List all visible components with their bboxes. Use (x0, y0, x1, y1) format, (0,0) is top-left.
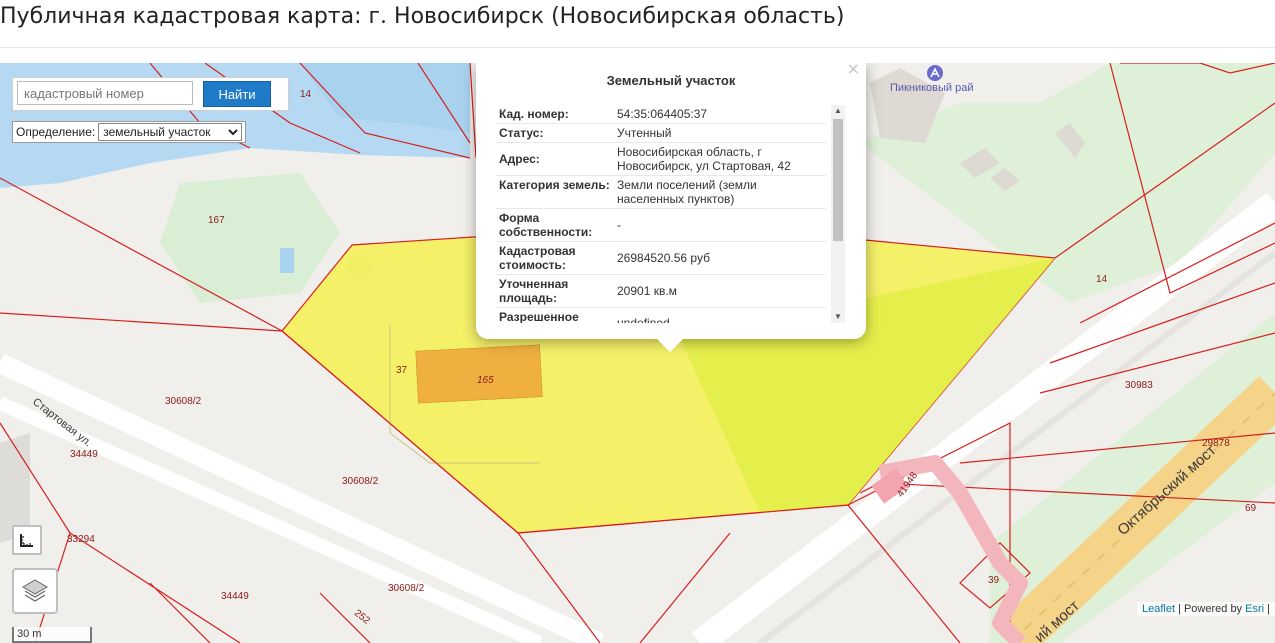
info-value: Новосибирская область, г Новосибирск, ул… (614, 142, 826, 176)
info-value: Земли поселений (земли населенных пункто… (614, 175, 826, 209)
popup-title: Земельный участок (606, 73, 736, 88)
info-key: Статус: (496, 123, 614, 143)
info-value: Учтенный (614, 123, 826, 143)
plot-label: 34449 (221, 591, 249, 602)
plot-label: 69 (1245, 503, 1257, 514)
table-row: Форма собственности: - (496, 208, 826, 242)
table-row: Кадастровая стоимость: 26984520.56 руб (496, 241, 826, 275)
table-row: Уточненная площадь: 20901 кв.м (496, 274, 826, 308)
info-key: Уточненная площадь: (496, 274, 614, 308)
plot-label: 30608/2 (388, 583, 425, 594)
plot-label: 165 (477, 375, 494, 386)
scroll-down-icon[interactable]: ▼ (831, 311, 845, 323)
info-key: Кад. номер: (496, 105, 614, 124)
plot-label: 34449 (70, 449, 98, 460)
table-row: Статус: Учтенный (496, 123, 826, 143)
attribution-trail: | (1264, 603, 1270, 615)
plot-label: 30983 (1125, 380, 1153, 391)
layers-icon (22, 579, 48, 602)
plot-label: 37 (396, 365, 408, 376)
popup-scrollbar[interactable]: ▲ ▼ (831, 105, 845, 323)
info-value: - (614, 208, 826, 242)
plot-label: 33294 (67, 534, 95, 545)
info-key: Разрешенное (496, 307, 614, 323)
definition-control: Определение: земельный участок (12, 121, 247, 143)
plot-label: 30608/2 (165, 396, 202, 407)
table-row: Разрешенное undefined (496, 307, 826, 323)
info-key: Кадастровая стоимость: (496, 241, 614, 275)
ruler-icon (20, 534, 33, 547)
search-control: Найти (12, 77, 289, 111)
definition-label: Определение: (16, 125, 96, 139)
parcel-popup: × Земельный участок Кад. номер: 54:35:06… (476, 63, 866, 352)
poi-label: Пикниковый рай (890, 82, 974, 94)
info-key: Категория земель: (496, 175, 614, 209)
scroll-thumb[interactable] (833, 119, 843, 241)
definition-select[interactable]: земельный участок (98, 123, 243, 141)
plot-label: 167 (208, 215, 225, 226)
plot-label: 30608/2 (342, 476, 379, 487)
scale-bar: 30 m (12, 627, 92, 643)
table-row: Категория земель: Земли поселений (земли… (496, 175, 826, 209)
info-value: 26984520.56 руб (614, 241, 826, 275)
find-button[interactable]: Найти (203, 81, 271, 107)
table-row: Кад. номер: 54:35:064405:37 (496, 105, 826, 124)
building-165[interactable] (415, 344, 543, 404)
info-value: 54:35:064405:37 (614, 105, 826, 124)
info-key: Форма собственности: (496, 208, 614, 242)
leaflet-link[interactable]: Leaflet (1142, 603, 1175, 615)
layers-button[interactable] (12, 568, 58, 614)
plot-label: 39 (988, 575, 1000, 586)
info-value: 20901 кв.м (614, 274, 826, 308)
title-divider (0, 47, 1275, 48)
picnic-icon[interactable] (927, 65, 943, 81)
popup-content[interactable]: Кад. номер: 54:35:064405:37 Статус: Учте… (496, 105, 836, 323)
plot-label: 14 (300, 89, 312, 100)
map-attribution: Leaflet | Powered by Esri | (1136, 602, 1275, 616)
scroll-up-icon[interactable]: ▲ (831, 105, 845, 117)
popup-tip (656, 338, 684, 352)
cadastral-number-input[interactable] (17, 81, 193, 105)
map-container[interactable]: 14 167 37 165 30608/2 30608/2 30608/2 34… (0, 63, 1275, 643)
attribution-text: | Powered by (1175, 603, 1246, 615)
table-row: Адрес: Новосибирская область, г Новосиби… (496, 142, 826, 176)
ruler-button[interactable] (12, 525, 42, 555)
plot-label: 14 (1096, 274, 1108, 285)
info-key: Адрес: (496, 142, 614, 176)
pond (280, 248, 294, 273)
parcel-info-table: Кад. номер: 54:35:064405:37 Статус: Учте… (496, 105, 826, 323)
esri-link[interactable]: Esri (1245, 603, 1264, 615)
info-value: undefined (614, 307, 826, 323)
page-title: Публичная кадастровая карта: г. Новосиби… (0, 4, 845, 29)
